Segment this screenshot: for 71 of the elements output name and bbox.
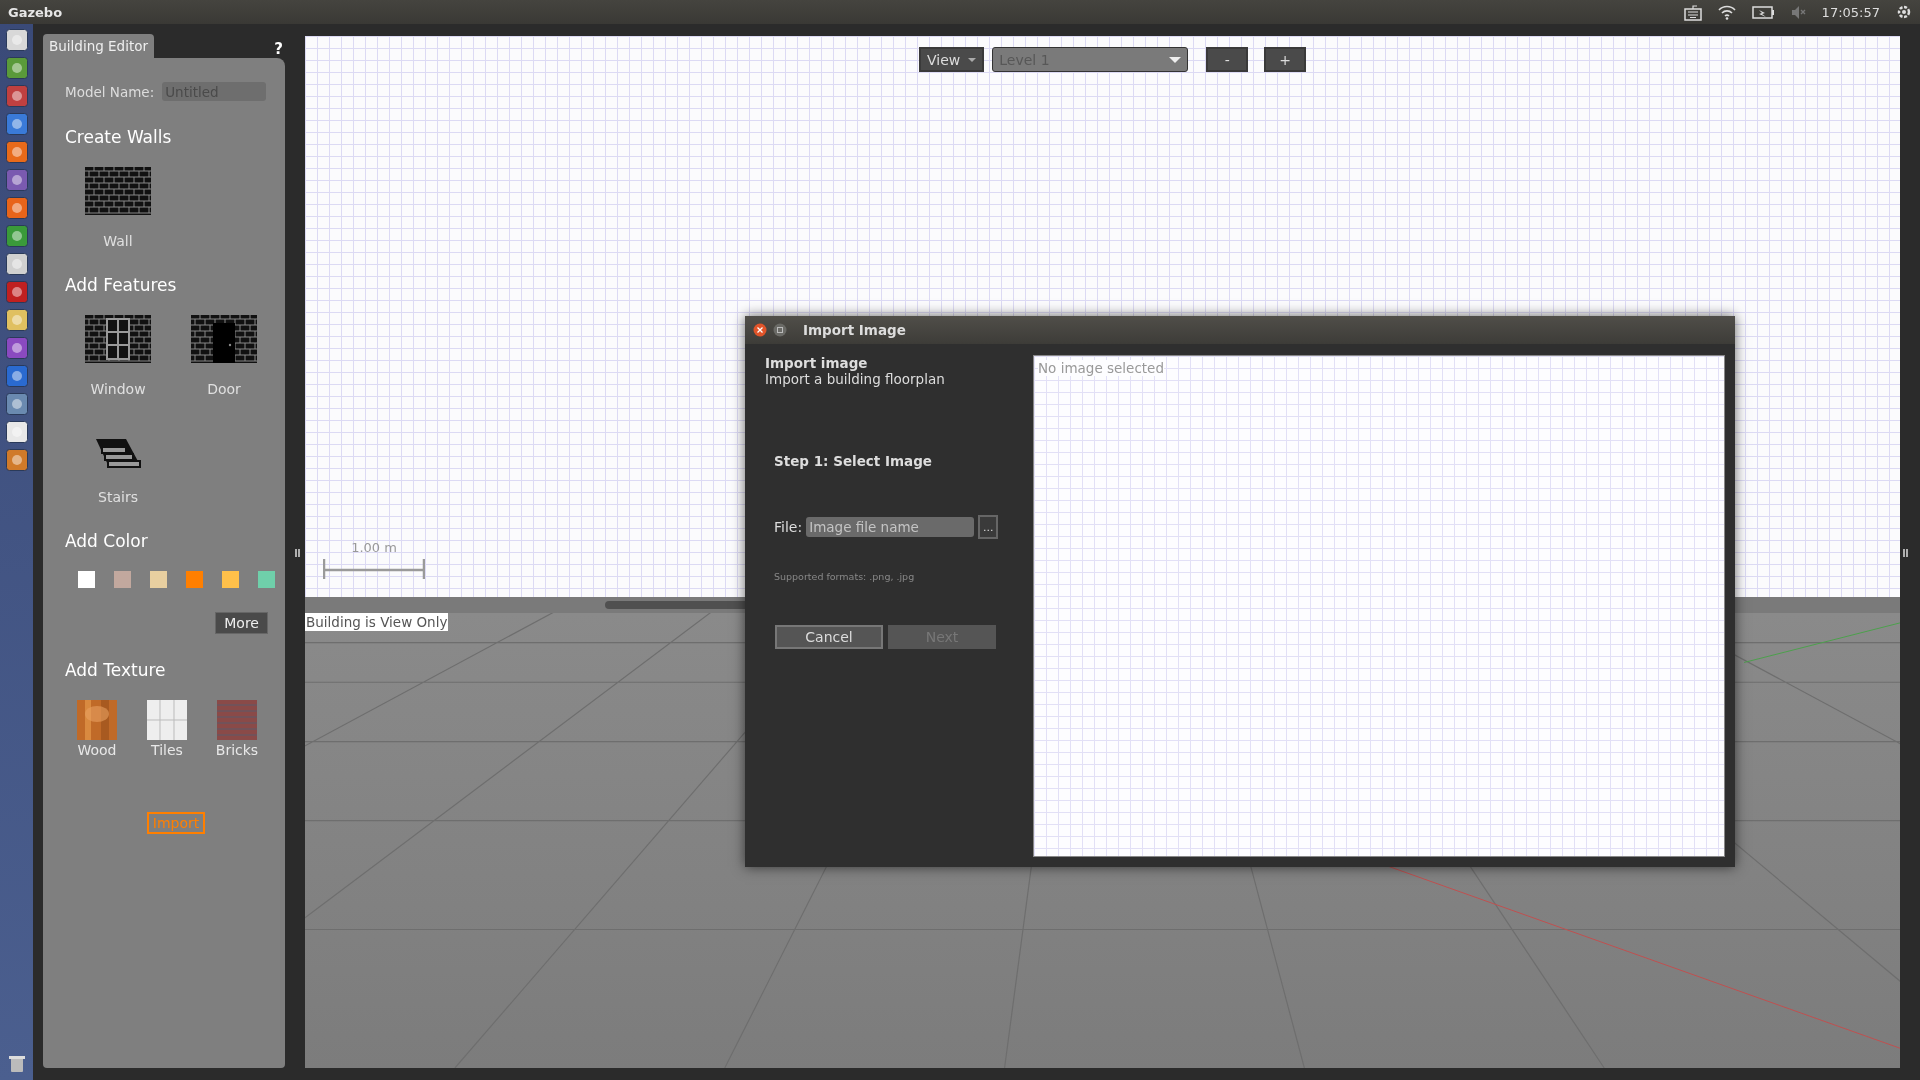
app-icon[interactable] — [5, 57, 28, 79]
scale-label: 1.00 m — [351, 540, 397, 555]
section-title: Add Color — [65, 531, 149, 551]
color-swatch[interactable] — [150, 571, 167, 588]
editor-tab[interactable]: Building Editor — [43, 34, 154, 58]
color-swatch[interactable] — [186, 571, 203, 588]
wifi-icon[interactable] — [1717, 4, 1736, 20]
color-swatch[interactable] — [114, 571, 131, 588]
keyboard-icon[interactable] — [1683, 3, 1702, 21]
app-title: Gazebo — [8, 4, 63, 20]
color-swatch[interactable] — [258, 571, 275, 588]
file-field[interactable]: Image file name — [806, 517, 975, 537]
close-icon[interactable] — [753, 323, 767, 337]
section-title: Create Walls — [65, 127, 173, 147]
scale-bar-icon — [323, 559, 425, 579]
app-icon[interactable] — [5, 113, 28, 135]
model-name-label: Model Name: — [65, 83, 155, 100]
maximize-icon[interactable] — [773, 323, 787, 337]
splitter-handle-icon[interactable] — [1903, 549, 1908, 557]
door-icon[interactable] — [191, 315, 257, 363]
step-title: Step 1: Select Image — [774, 453, 934, 469]
tiles-texture-icon[interactable] — [147, 700, 187, 740]
status-message: Building is View Only — [305, 613, 449, 631]
color-swatch[interactable] — [78, 571, 95, 588]
tool-label: Door — [207, 381, 241, 397]
app-icon[interactable] — [5, 85, 28, 107]
dialog-button[interactable]: Cancel — [775, 625, 883, 649]
section-title: Add Texture — [65, 660, 167, 680]
app-icon[interactable] — [5, 29, 28, 51]
muted-speaker-icon[interactable] — [1790, 4, 1806, 20]
battery-icon[interactable] — [1751, 4, 1775, 20]
brick-wall-icon[interactable] — [85, 167, 151, 215]
dialog-subheading: Import a building floorplan — [765, 371, 946, 387]
app-icon[interactable] — [5, 281, 28, 303]
zoom-in-button[interactable]: + — [1264, 47, 1307, 72]
section-title: Add Features — [65, 275, 178, 295]
splitter-handle-icon[interactable] — [295, 549, 300, 557]
zoom-out-button[interactable]: - — [1206, 47, 1249, 72]
dialog-heading: Import image — [765, 355, 869, 371]
app-icon[interactable] — [5, 449, 28, 471]
texture-label: Bricks — [215, 742, 259, 758]
tool-label: Window — [90, 381, 146, 397]
window-icon[interactable] — [85, 315, 151, 363]
browse-button[interactable]: ... — [978, 515, 999, 539]
caret-icon — [968, 57, 977, 62]
texture-label: Tiles — [151, 742, 183, 758]
app-icon[interactable] — [5, 197, 28, 219]
settings-icon[interactable] — [1896, 4, 1912, 20]
formats-note: Supported formats: .png, .jpg — [774, 571, 916, 582]
file-label: File: — [774, 519, 803, 535]
app-icon[interactable] — [5, 253, 28, 275]
caret-icon — [1169, 56, 1182, 63]
color-swatch[interactable] — [222, 571, 239, 588]
app-icon[interactable] — [5, 421, 28, 443]
tool-label: Stairs — [98, 489, 138, 505]
app-icon[interactable] — [5, 141, 28, 163]
dialog-title: Import Image — [803, 322, 906, 338]
tool-label: Wall — [103, 233, 133, 249]
texture-label: Wood — [77, 742, 117, 758]
view-dropdown[interactable]: View — [919, 47, 985, 72]
trash-icon[interactable] — [8, 1054, 26, 1074]
preview-message: No image selected — [1038, 360, 1164, 376]
app-icon[interactable] — [5, 365, 28, 387]
clock: 17:05:57 — [1821, 4, 1880, 20]
more-button[interactable]: More — [215, 612, 268, 634]
app-icon[interactable] — [5, 393, 28, 415]
app-icon[interactable] — [5, 225, 28, 247]
app-icon[interactable] — [5, 309, 28, 331]
app-icon[interactable] — [5, 169, 28, 191]
help-button[interactable]: ? — [274, 40, 283, 58]
app-icon[interactable] — [5, 337, 28, 359]
